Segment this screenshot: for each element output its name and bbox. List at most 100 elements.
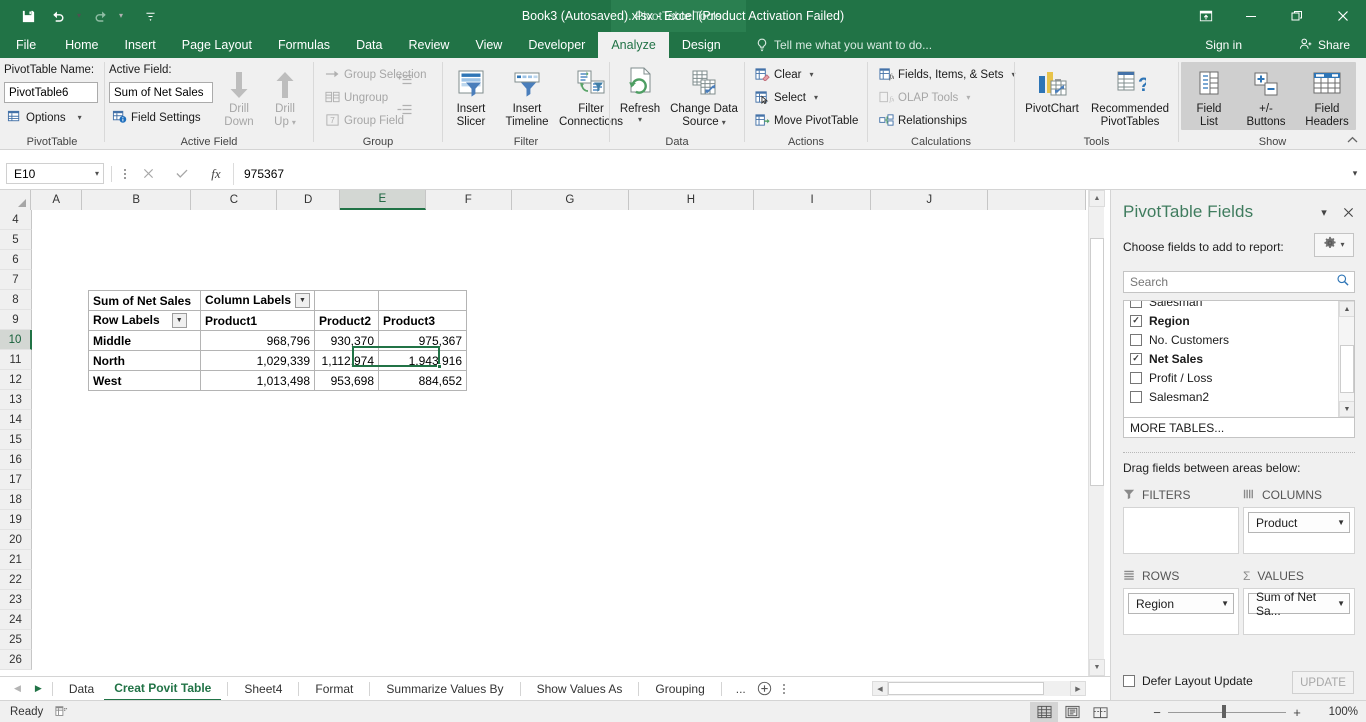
row-labels-header[interactable]: Row Labels ▼ [88,310,201,331]
column-header-J[interactable]: J [871,190,989,210]
column-header-H[interactable]: H [628,190,754,210]
row-header-24[interactable]: 24 [0,610,32,630]
chevron-down-icon[interactable]: ▼ [1221,599,1229,608]
column-header-D[interactable]: D [277,190,340,210]
row-header-14[interactable]: 14 [0,410,32,430]
page-layout-view-button[interactable] [1058,702,1086,722]
row-header-18[interactable]: 18 [0,490,32,510]
zoom-slider-knob[interactable] [1222,705,1226,718]
options-button[interactable]: Options ▾ [4,107,85,129]
tab-formulas[interactable]: Formulas [265,32,343,58]
tell-me-box[interactable]: Tell me what you want to do... [756,32,932,58]
checkbox-region[interactable]: ✓ [1130,314,1142,327]
column-header-product3[interactable]: Product3 [378,310,468,331]
field-item-net-sales[interactable]: ✓ Net Sales [1124,349,1339,368]
redo-dropdown-icon[interactable]: ▾ [116,3,126,29]
field-item-salesman[interactable]: Salesman [1124,301,1339,311]
tab-view[interactable]: View [462,32,515,58]
tab-split-handle[interactable] [778,683,790,694]
vertical-scrollbar[interactable]: ▲ ▼ [1088,190,1105,676]
name-box[interactable]: E10 ▾ [6,163,104,184]
undo-icon[interactable] [44,3,72,29]
field-list[interactable]: Salesman ✓ Region No. Customers ✓ Net Sa… [1123,300,1355,418]
sheet-tab-summarize-values-by[interactable]: Summarize Values By [376,677,513,701]
expand-formula-bar-icon[interactable]: ▾ [1344,168,1366,179]
add-sheet-icon[interactable] [754,681,776,696]
minimize-button[interactable] [1228,0,1274,32]
cell-C10[interactable]: 968,796 [199,330,316,351]
tab-data[interactable]: Data [343,32,395,58]
row-label-west[interactable]: West [88,370,201,391]
pivot-corner-header[interactable]: Sum of Net Sales [88,290,201,311]
cell-C12[interactable]: 1,013,498 [199,370,316,391]
tab-design[interactable]: Design [669,32,734,58]
defer-layout-update-row[interactable]: Defer Layout Update [1123,674,1253,688]
field-list-scroll-thumb[interactable] [1340,345,1354,393]
checkbox-net-sales[interactable]: ✓ [1130,352,1142,365]
horizontal-scroll-thumb[interactable] [888,682,1044,695]
column-header-A[interactable]: A [31,190,83,210]
field-item-region[interactable]: ✓ Region [1124,311,1339,330]
close-button[interactable] [1320,0,1366,32]
area-body-rows[interactable]: Region ▼ [1123,588,1239,635]
checkbox-salesman[interactable] [1130,301,1142,308]
formula-input[interactable]: 975367 [233,162,1344,185]
pivot-empty-cell-e8[interactable] [378,290,468,311]
area-rows[interactable]: ROWS Region ▼ [1123,567,1239,635]
row-header-10[interactable]: 10 [0,330,32,350]
select-button[interactable]: Select ▾ [752,87,821,109]
column-header-G[interactable]: G [511,190,629,210]
chevron-down-icon[interactable]: ▼ [1337,599,1345,608]
column-header-C[interactable]: C [191,190,278,210]
cell-E10[interactable]: 975,367 [378,330,468,351]
cell-area[interactable]: Sum of Net Sales Column Labels ▼ Row Labe… [32,210,1086,676]
checkbox-salesman2[interactable] [1130,390,1142,403]
column-header-F[interactable]: F [425,190,512,210]
pivot-empty-cell-d8[interactable] [314,290,380,311]
horizontal-scroll-track[interactable] [888,681,1070,696]
pivotchart-button[interactable]: PivotChart [1019,64,1085,116]
cell-D11[interactable]: 1,112,974 [314,350,380,371]
field-settings-button[interactable]: Field Settings [109,107,204,129]
active-field-input[interactable]: Sum of Net Sales [109,82,213,103]
row-header-8[interactable]: 8 [0,290,32,310]
more-tables-link[interactable]: MORE TABLES... [1123,418,1355,438]
zoom-percentage[interactable]: 100% [1329,701,1358,722]
share-button[interactable]: Share [1291,32,1358,58]
area-filters[interactable]: FILTERS [1123,486,1239,554]
row-header-9[interactable]: 9 [0,310,32,330]
enter-icon[interactable] [165,163,199,185]
next-sheet-icon[interactable]: ▶ [35,683,42,694]
cell-E12[interactable]: 884,652 [378,370,468,391]
cell-D12[interactable]: 953,698 [314,370,380,391]
area-columns[interactable]: COLUMNS Product ▼ [1243,486,1355,554]
cell-C11[interactable]: 1,029,339 [199,350,316,371]
checkbox-profit-loss[interactable] [1130,371,1142,384]
column-header-K[interactable] [988,190,1086,210]
insert-function-icon[interactable]: fx [199,163,233,185]
row-header-23[interactable]: 23 [0,590,32,610]
pane-tools-button[interactable]: ▾ [1314,233,1354,257]
zoom-slider[interactable] [1168,701,1286,722]
sheet-tab-format[interactable]: Format [305,677,363,701]
column-header-I[interactable]: I [753,190,872,210]
column-header-product1[interactable]: Product1 [199,310,316,331]
field-item-salesman2[interactable]: Salesman2 [1124,387,1339,406]
recommended-pivottables-button[interactable]: ? Recommended PivotTables [1085,64,1175,129]
column-header-E[interactable]: E [339,190,426,210]
drill-down-button[interactable]: Drill Down [217,64,261,129]
field-list-scrollbar[interactable]: ▲ ▼ [1338,301,1354,417]
tab-insert[interactable]: Insert [112,32,169,58]
tab-analyze[interactable]: Analyze [598,32,669,58]
scroll-right-button[interactable]: ▶ [1070,681,1086,696]
field-item-no-customers[interactable]: No. Customers [1124,330,1339,349]
field-list-scroll-down[interactable]: ▼ [1339,401,1354,417]
row-filter-icon[interactable]: ▼ [171,313,187,329]
search-input[interactable]: Search [1123,271,1355,293]
column-header-product2[interactable]: Product2 [314,310,380,331]
row-header-21[interactable]: 21 [0,550,32,570]
field-list-scroll-up[interactable]: ▲ [1339,301,1354,317]
previous-sheet-icon[interactable]: ◀ [14,683,21,694]
sheet-tab-show-values-as[interactable]: Show Values As [527,677,633,701]
pane-menu-icon[interactable]: ▾ [1316,204,1332,220]
